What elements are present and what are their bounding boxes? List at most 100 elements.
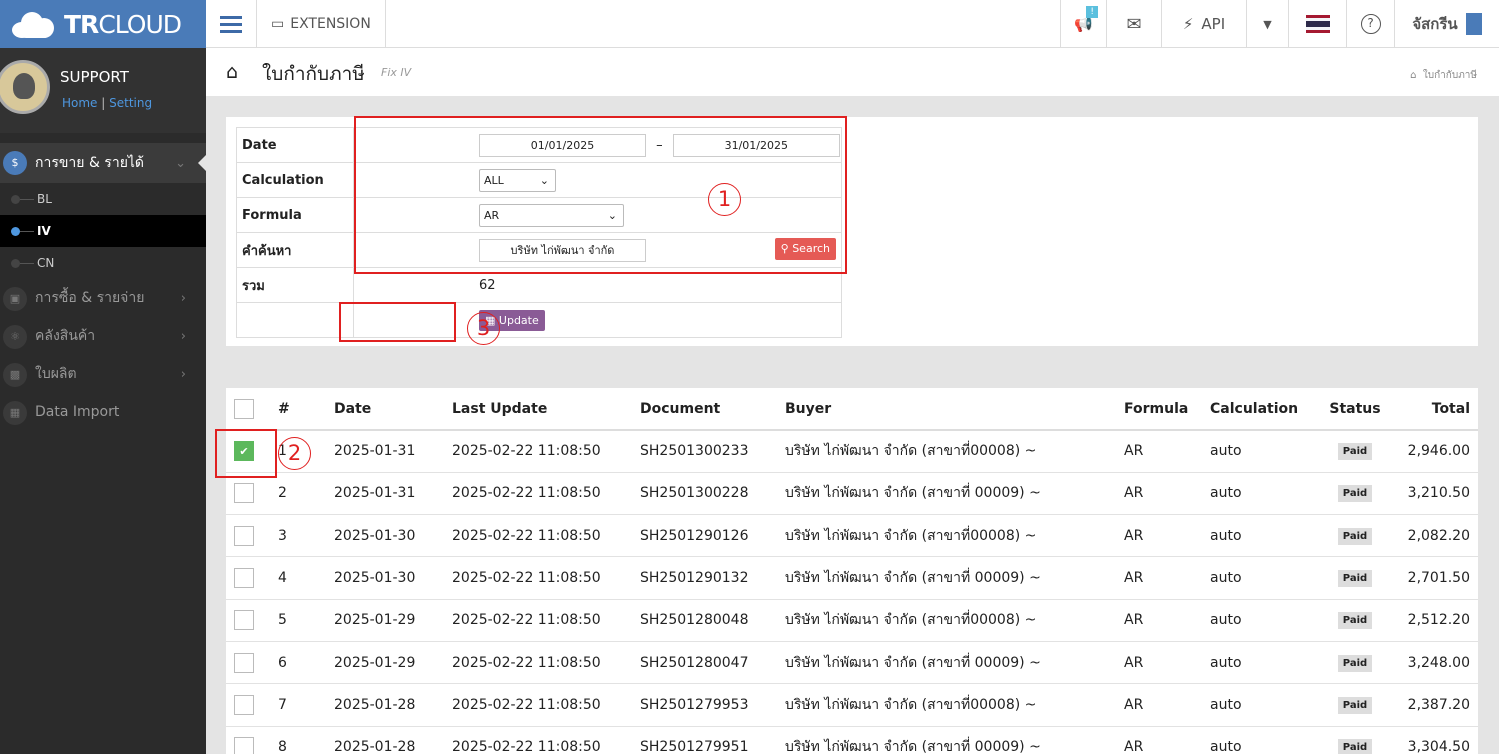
table-row[interactable]: 5 2025-01-29 2025-02-22 11:08:50 SH25012800… [226,599,1478,642]
col-header[interactable]: Formula [1124,388,1210,431]
col-header[interactable]: Total [1395,388,1478,431]
cell-calc: auto [1210,514,1315,558]
table-row[interactable]: 7 2025-01-28 2025-02-22 11:08:50 SH25012799… [226,683,1478,727]
brand-logo[interactable]: TR CLOUD [0,0,206,48]
cell-date: 2025-01-31 [334,472,452,516]
chevron-right-icon: › [180,366,186,382]
cell-updated: 2025-02-22 11:08:50 [452,726,640,754]
total-label: รวม [236,267,354,303]
sidebar-subitem-bl[interactable]: BL [0,183,206,215]
table-row[interactable]: 4 2025-01-30 2025-02-22 11:08:50 SH25012901… [226,556,1478,600]
cell-doc: SH2501290132 [640,556,785,600]
col-header[interactable]: Buyer [785,388,1124,431]
chevron-right-icon: › [180,328,186,344]
cell-doc: SH2501280047 [640,641,785,685]
sidebar-item-label: Data Import [35,404,120,420]
cell-doc: SH2501300228 [640,472,785,516]
cell-updated: 2025-02-22 11:08:50 [452,514,640,558]
cell-doc: SH2501279951 [640,726,785,754]
sub-label: BL [37,192,52,206]
help-button[interactable]: ? [1346,0,1394,48]
cart-icon: ▣ [3,287,27,311]
plug-icon: ⚡ [1182,15,1194,33]
update-button-label: Update [498,313,539,327]
sidebar-item-data-import[interactable]: ▦ Data Import [0,393,206,431]
row-checkbox[interactable] [234,652,254,673]
sidebar-item-sales[interactable]: $ การขาย & รายได้ ⌄ [0,143,206,183]
sidebar-subitem-cn[interactable]: CN [0,247,206,279]
row-checkbox[interactable] [234,694,254,715]
cell-no: 8 [278,726,334,754]
menu-toggle-button[interactable] [206,0,257,48]
extension-button[interactable]: ▭ EXTENSION [257,0,386,48]
row-checkbox[interactable] [234,610,254,631]
cell-status: Paid [1315,599,1395,642]
cell-no: 2 [278,472,334,516]
col-header[interactable]: # [278,388,334,431]
table-row[interactable]: 3 2025-01-30 2025-02-22 11:08:50 SH25012901… [226,514,1478,558]
cell-total: 2,387.20 [1395,683,1478,727]
table-body: ✔ 1 2025-01-31 2025-02-22 11:08:50 SH2501300… [226,430,1478,754]
invoice-table: # Date Last Update Document Buyer Formul… [226,388,1478,754]
api-button[interactable]: ⚡ API [1161,0,1246,48]
col-header[interactable]: Status [1315,388,1395,431]
notification-badge: ! [1086,6,1098,18]
status-badge: Paid [1337,612,1373,630]
cell-formula: AR [1124,472,1210,516]
user-menu-button[interactable]: จัสกรีน [1394,0,1499,48]
cell-total: 2,701.50 [1395,556,1478,600]
cell-calc: auto [1210,472,1315,516]
chevron-right-icon: › [180,290,186,306]
table-row[interactable]: 8 2025-01-28 2025-02-22 11:08:50 SH25012799… [226,726,1478,754]
setting-link[interactable]: Setting [109,96,152,110]
cell-updated: 2025-02-22 11:08:50 [452,683,640,727]
sidebar-item-warehouse[interactable]: ⚛ คลังสินค้า › [0,317,206,355]
annotation-box-2 [215,429,277,478]
sidebar-item-purchase[interactable]: ▣ การซื้อ & รายจ่าย › [0,279,206,317]
home-icon[interactable]: ⌂ [226,61,238,83]
dropdown-button[interactable]: ▼ [1246,0,1288,48]
sidebar-item-label: การขาย & รายได้ [35,155,145,171]
sidebar-subitem-iv[interactable]: IV [0,215,206,247]
cell-date: 2025-01-28 [334,726,452,754]
mail-button[interactable]: ✉ [1106,0,1161,48]
cell-updated: 2025-02-22 11:08:50 [452,556,640,600]
cell-status: Paid [1315,430,1395,473]
cell-doc: SH2501280048 [640,599,785,642]
col-header[interactable]: Document [640,388,785,431]
cubes-icon: ⚛ [3,325,27,349]
announcement-button[interactable]: 📢! [1060,0,1106,48]
chevron-down-icon: ⌄ [175,155,186,171]
table-row[interactable]: 2 2025-01-31 2025-02-22 11:08:50 SH25013002… [226,472,1478,516]
col-header[interactable]: Date [334,388,452,431]
cell-buyer: บริษัท ไก่พัฒนา จำกัด (สาขาที่ 00009) ~ [785,556,1124,600]
language-button[interactable] [1288,0,1346,48]
envelope-icon: ✉ [1126,13,1142,35]
home-icon: ⌂ [1410,70,1417,81]
row-checkbox[interactable] [234,525,254,546]
thai-flag-icon [1305,15,1330,33]
col-header[interactable]: Calculation [1210,388,1315,431]
cell-date: 2025-01-30 [334,556,452,600]
avatar[interactable] [0,60,50,114]
annotation-box-1 [354,116,847,274]
home-link[interactable]: Home [62,96,97,110]
row-checkbox[interactable] [234,568,254,589]
table-row[interactable]: ✔ 1 2025-01-31 2025-02-22 11:08:50 SH2501300… [226,430,1478,473]
row-checkbox[interactable] [234,737,254,754]
cell-formula: AR [1124,556,1210,600]
cell-buyer: บริษัท ไก่พัฒนา จำกัด (สาขาที่ 00009) ~ [785,472,1124,516]
table-row[interactable]: 6 2025-01-29 2025-02-22 11:08:50 SH25012800… [226,641,1478,685]
calculation-label: Calculation [236,162,354,198]
select-all-checkbox[interactable] [234,398,254,419]
cell-formula: AR [1124,726,1210,754]
date-label: Date [236,127,354,163]
cell-calc: auto [1210,726,1315,754]
breadcrumb[interactable]: ⌂ ใบกำกับภาษี [1410,68,1477,83]
row-checkbox[interactable] [234,483,254,504]
col-header[interactable]: Last Update [452,388,640,431]
cell-status: Paid [1315,514,1395,558]
cell-buyer: บริษัท ไก่พัฒนา จำกัด (สาขาที่00008) ~ [785,430,1124,473]
sidebar-item-production[interactable]: ▩ ใบผลิต › [0,355,206,393]
annotation-marker-3: 3 [467,312,500,345]
